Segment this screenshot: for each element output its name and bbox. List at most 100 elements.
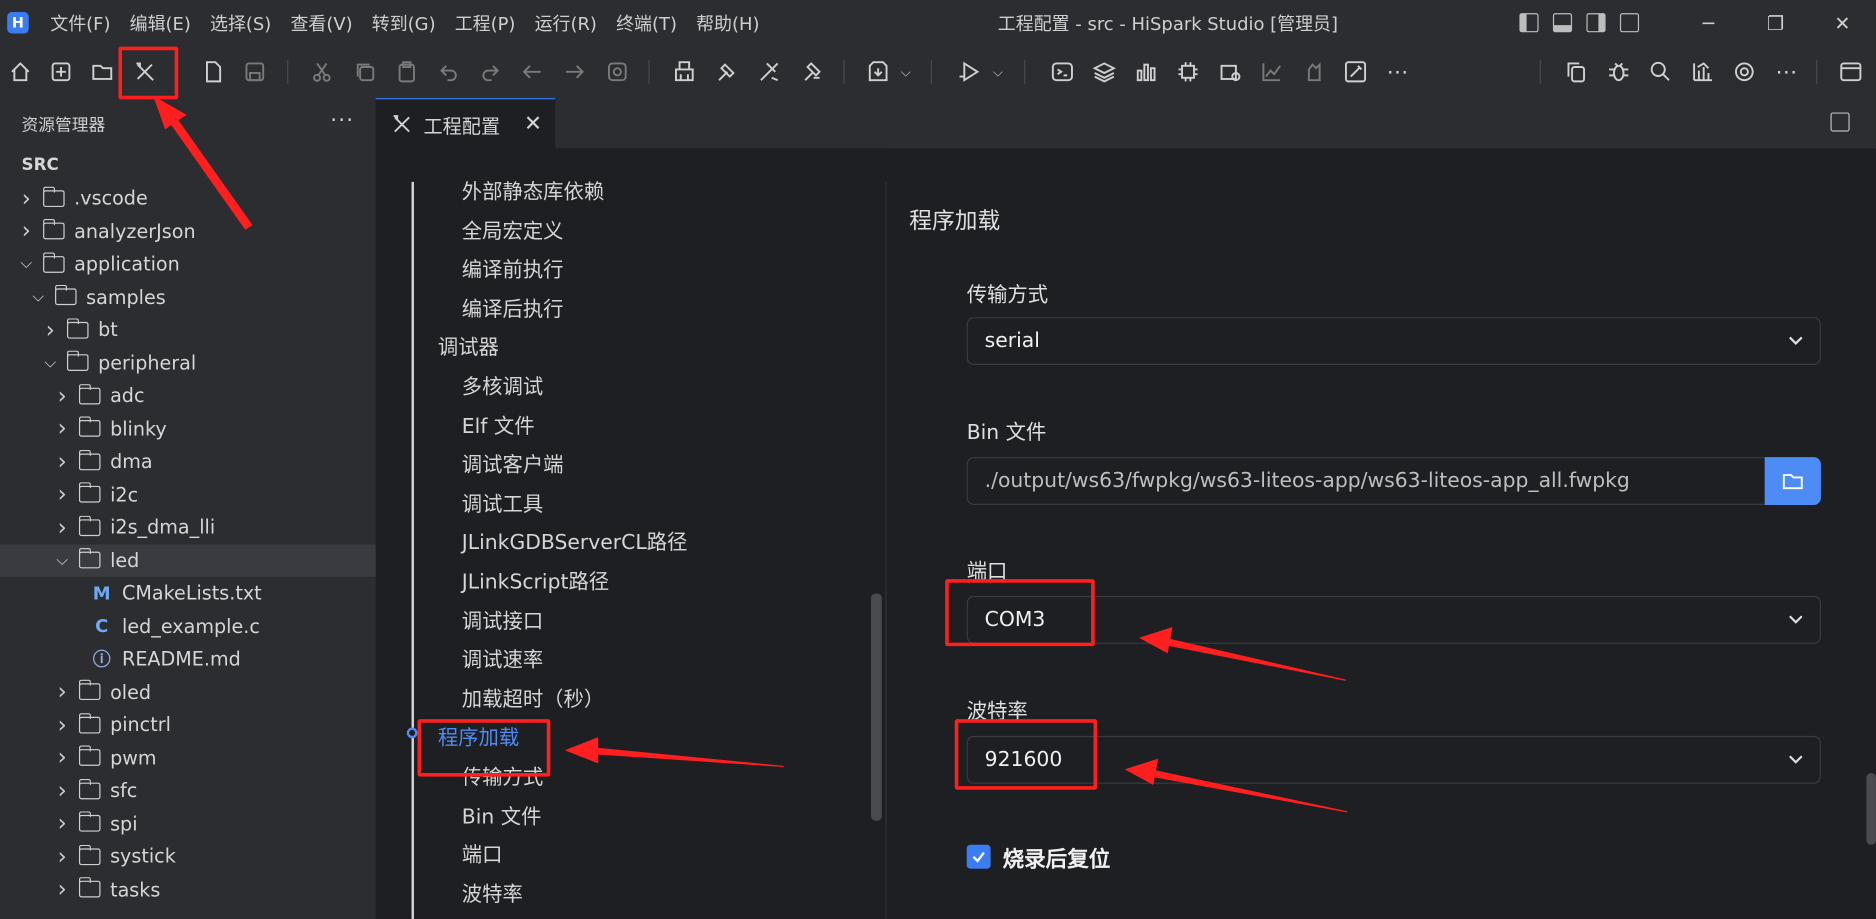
more-actions-icon[interactable]: ⋯ bbox=[1771, 56, 1802, 87]
nav-item[interactable]: 调试工具 bbox=[462, 487, 543, 517]
tree-item[interactable]: › adc bbox=[0, 379, 376, 411]
debug-dropdown-chevron-icon[interactable]: ⌵ bbox=[993, 65, 1003, 82]
nav-item[interactable]: 编译前执行 bbox=[462, 253, 564, 283]
chevron-right-icon[interactable]: › bbox=[53, 415, 72, 441]
tree-item[interactable]: › bt bbox=[0, 314, 376, 346]
tree-item[interactable]: ⌵ samples bbox=[0, 281, 376, 313]
tree-item[interactable]: ⌵ led bbox=[0, 543, 376, 577]
tree-item[interactable]: › i2s_dma_lli bbox=[0, 511, 376, 543]
nav-item[interactable]: 调试接口 bbox=[462, 604, 543, 634]
customize-layout-icon[interactable] bbox=[1619, 13, 1640, 33]
tree-item[interactable]: › sfc bbox=[0, 774, 376, 806]
chevron-right-icon[interactable]: › bbox=[17, 218, 36, 244]
undo-icon[interactable] bbox=[433, 56, 464, 87]
nav-scrollbar[interactable] bbox=[870, 593, 882, 821]
find-in-file-icon[interactable] bbox=[602, 56, 633, 87]
debug-run-icon[interactable] bbox=[954, 56, 985, 87]
home-icon[interactable] bbox=[5, 56, 36, 87]
nav-item[interactable]: 外部静态库依赖 bbox=[462, 175, 604, 205]
search-icon[interactable] bbox=[1645, 56, 1676, 87]
close-tab-icon[interactable]: ✕ bbox=[524, 111, 542, 136]
menu-item[interactable]: 终端(T) bbox=[607, 10, 687, 35]
copy-icon[interactable] bbox=[349, 56, 380, 87]
menu-item[interactable]: 选择(S) bbox=[200, 10, 280, 35]
nav-item[interactable]: 波特率 bbox=[462, 877, 523, 907]
nav-item[interactable]: 端口 bbox=[462, 838, 503, 868]
new-project-icon[interactable] bbox=[45, 56, 76, 87]
settings-gear-icon[interactable] bbox=[1729, 56, 1760, 87]
menu-item[interactable]: 工程(P) bbox=[445, 10, 525, 35]
panel-toggle-icon[interactable] bbox=[1835, 56, 1866, 87]
paste-icon[interactable] bbox=[391, 56, 422, 87]
chevron-right-icon[interactable]: › bbox=[53, 678, 72, 704]
reset-after-flash-checkbox[interactable] bbox=[966, 844, 991, 869]
tree-item[interactable]: › .vscode bbox=[0, 182, 376, 214]
close-window-button[interactable]: ✕ bbox=[1809, 0, 1876, 45]
menu-item[interactable]: 帮助(H) bbox=[687, 10, 770, 35]
nav-item[interactable]: 全局宏定义 bbox=[462, 214, 564, 244]
tab-project-config[interactable]: 工程配置 ✕ bbox=[375, 98, 556, 149]
split-editor-icon[interactable] bbox=[1830, 112, 1850, 132]
tree-item[interactable]: ⌵ application bbox=[0, 248, 376, 280]
explorer-more-icon[interactable]: ··· bbox=[330, 108, 354, 133]
chevron-right-icon[interactable]: › bbox=[53, 876, 72, 902]
chart-icon[interactable] bbox=[1256, 56, 1287, 87]
redo-icon[interactable] bbox=[475, 56, 506, 87]
download-dropdown-chevron-icon[interactable]: ⌵ bbox=[901, 65, 911, 82]
save-icon[interactable] bbox=[239, 56, 270, 87]
menu-item[interactable]: 编辑(E) bbox=[120, 10, 200, 35]
flash-icon[interactable] bbox=[796, 56, 827, 87]
tree-item[interactable]: M CMakeLists.txt bbox=[0, 577, 376, 609]
chevron-right-icon[interactable]: › bbox=[53, 810, 72, 836]
chevron-right-icon[interactable]: › bbox=[53, 382, 72, 408]
chevron-down-icon[interactable]: ⌵ bbox=[41, 354, 60, 372]
tree-item[interactable]: › systick bbox=[0, 840, 376, 872]
transfer-select[interactable]: serial bbox=[966, 317, 1821, 365]
tree-item[interactable]: › i2c bbox=[0, 478, 376, 510]
tree-item[interactable]: › dma bbox=[0, 445, 376, 477]
nav-item[interactable]: 编译后执行 bbox=[462, 292, 564, 322]
workspace-root[interactable]: SRC bbox=[22, 156, 59, 175]
tree-item[interactable]: › tasks bbox=[0, 873, 376, 905]
tree-item[interactable]: › pinctrl bbox=[0, 708, 376, 740]
menu-item[interactable]: 查看(V) bbox=[281, 10, 362, 35]
plugin-icon[interactable] bbox=[1298, 56, 1329, 87]
toggle-secondary-sidebar-icon[interactable] bbox=[1586, 13, 1606, 33]
tree-item[interactable]: › pwm bbox=[0, 741, 376, 773]
bug-icon[interactable] bbox=[1603, 56, 1634, 87]
forward-icon[interactable] bbox=[559, 56, 590, 87]
nav-item[interactable]: 调试客户端 bbox=[462, 448, 564, 478]
form-scrollbar[interactable] bbox=[1866, 773, 1876, 845]
nav-item[interactable]: Bin 文件 bbox=[462, 799, 542, 829]
toggle-primary-sidebar-icon[interactable] bbox=[1519, 13, 1539, 33]
back-icon[interactable] bbox=[517, 56, 548, 87]
tree-item[interactable]: › oled bbox=[0, 675, 376, 707]
chevron-right-icon[interactable]: › bbox=[53, 843, 72, 869]
nav-item[interactable]: 加载超时（秒） bbox=[462, 682, 604, 712]
menu-item[interactable]: 运行(R) bbox=[525, 10, 607, 35]
chevron-down-icon[interactable]: ⌵ bbox=[53, 551, 72, 569]
chevron-right-icon[interactable]: › bbox=[17, 185, 36, 211]
menu-item[interactable]: 文件(F) bbox=[41, 10, 120, 35]
stack-analysis-icon[interactable] bbox=[1131, 56, 1162, 87]
port-select[interactable]: COM3 bbox=[966, 595, 1821, 644]
nav-item[interactable]: 调试速率 bbox=[462, 643, 543, 673]
rebuild-icon[interactable] bbox=[754, 56, 785, 87]
tree-item[interactable]: Cled_example.c bbox=[0, 610, 376, 642]
browse-bin-button[interactable] bbox=[1764, 457, 1821, 505]
chevron-right-icon[interactable]: › bbox=[41, 317, 60, 343]
tree-item[interactable]: › analyzerJson bbox=[0, 215, 376, 247]
build-icon[interactable] bbox=[711, 56, 742, 87]
new-file-icon[interactable] bbox=[197, 56, 228, 87]
clean-icon[interactable] bbox=[669, 56, 700, 87]
tree-item[interactable]: › spi bbox=[0, 807, 376, 839]
toggle-panel-icon[interactable] bbox=[1552, 13, 1573, 33]
nav-item[interactable]: Elf 文件 bbox=[462, 409, 535, 439]
kconfig-icon[interactable] bbox=[1214, 56, 1245, 87]
download-icon[interactable] bbox=[863, 56, 894, 87]
menu-item[interactable]: 转到(G) bbox=[362, 10, 445, 35]
nav-item[interactable]: 调试器 bbox=[438, 331, 499, 361]
minimize-button[interactable]: ─ bbox=[1675, 0, 1742, 45]
restore-button[interactable]: ❐ bbox=[1742, 0, 1809, 45]
cut-icon[interactable] bbox=[306, 56, 337, 87]
